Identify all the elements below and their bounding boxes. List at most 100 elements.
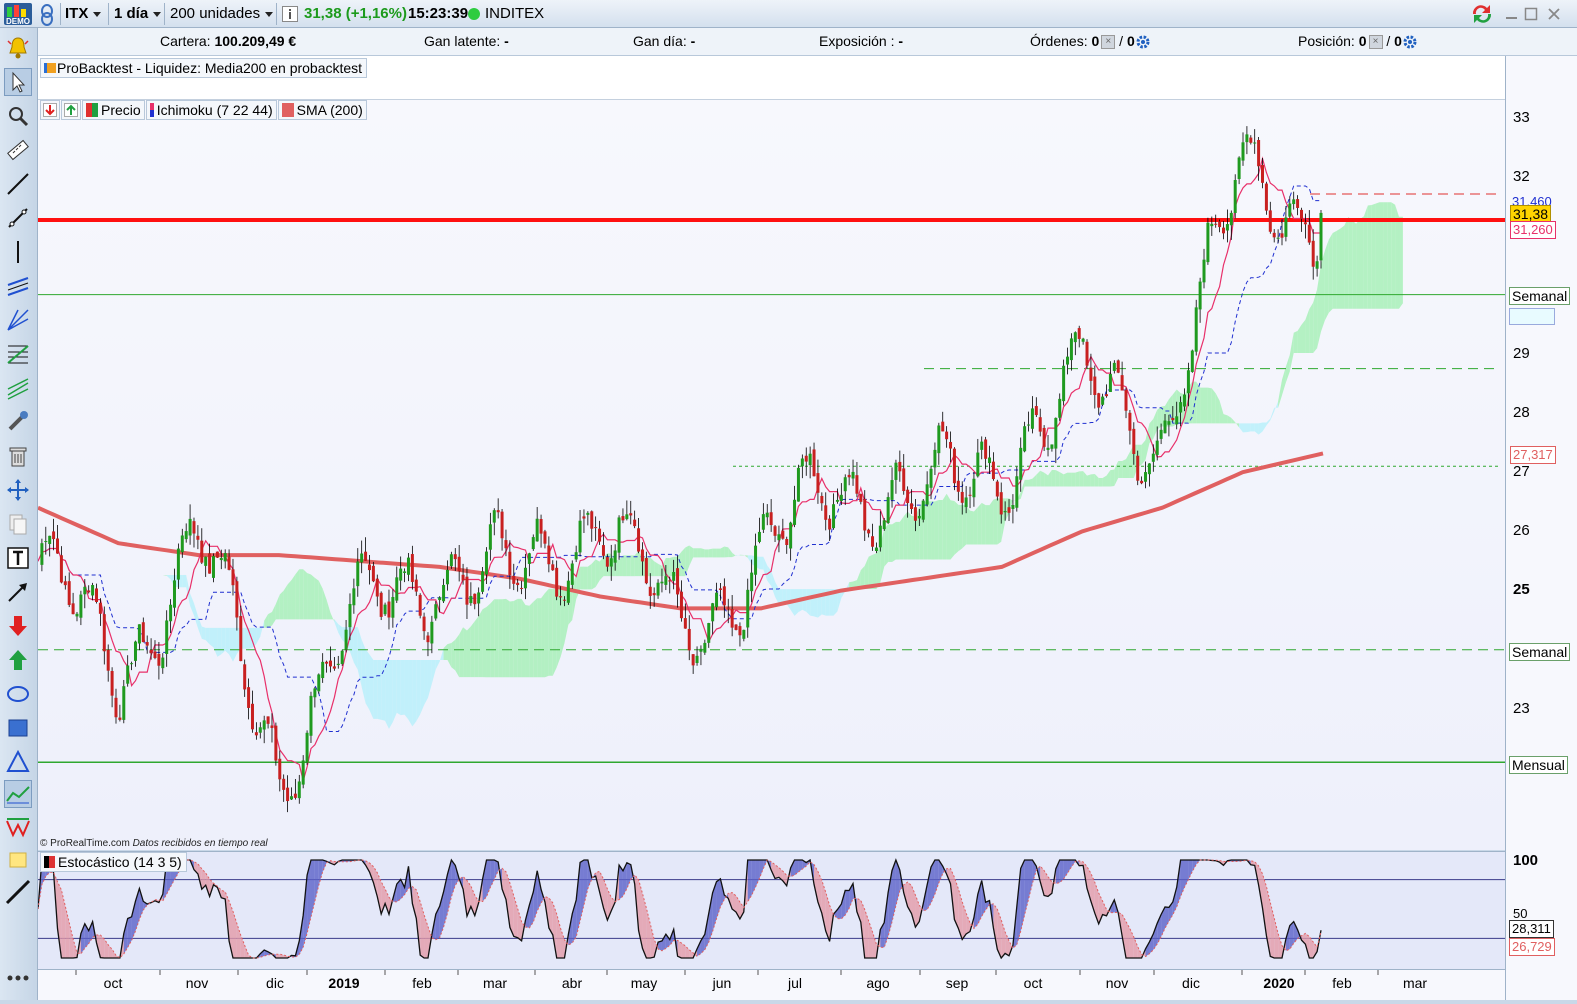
price-chart[interactable] (38, 100, 1505, 850)
candle (1047, 435, 1050, 456)
candle-body (582, 516, 585, 518)
scroll-down-icon[interactable] (40, 100, 60, 120)
rectangle-icon[interactable] (4, 714, 32, 742)
minimize-icon[interactable] (1503, 4, 1521, 24)
cloud-segment (1122, 459, 1126, 478)
legend-ichimoku[interactable]: Ichimoku (7 22 44) (146, 100, 277, 120)
fibonacci-icon[interactable] (4, 340, 32, 368)
ticker-selector[interactable]: ITX (65, 3, 101, 25)
copy-icon[interactable] (4, 510, 32, 538)
cloud-segment (1239, 423, 1243, 432)
candle-body (419, 595, 422, 616)
fan-icon[interactable] (4, 306, 32, 334)
cloud-segment (806, 589, 810, 616)
alert-bell-icon[interactable] (4, 34, 32, 62)
time-axis[interactable]: octnovdic2019febmarabrmayjunjulagosepoct… (38, 969, 1505, 1000)
cloud-segment (541, 593, 545, 677)
candle (239, 606, 242, 662)
candle-body (259, 727, 262, 732)
cloud-segment (954, 501, 958, 555)
candle (532, 534, 535, 550)
candle-body (598, 529, 601, 542)
pitchfork-icon[interactable] (4, 374, 32, 402)
levels (38, 194, 1505, 762)
ruler-icon[interactable] (4, 136, 32, 164)
cloud-segment (553, 589, 557, 676)
osc-fill-segment (814, 864, 818, 901)
units-selector[interactable]: 200 unidades (170, 3, 273, 25)
cloud-segment (974, 507, 978, 544)
candle-body (785, 539, 788, 545)
move-icon[interactable] (4, 476, 32, 504)
candle (1253, 129, 1256, 154)
cloud-segment (132, 549, 136, 552)
time-label: feb (412, 975, 432, 991)
stochastic-label[interactable]: Estocástico (14 3 5) (40, 852, 187, 872)
candle-body (430, 622, 433, 644)
timeframe-selector[interactable]: 1 día (114, 3, 161, 25)
close-icon[interactable] (1545, 4, 1563, 24)
link-icon[interactable] (38, 3, 58, 25)
candle-body (816, 473, 819, 493)
candle-body (738, 626, 741, 635)
candle (707, 623, 710, 648)
more-icon[interactable] (4, 964, 32, 992)
cloud-segment (1087, 474, 1091, 486)
candle-body (602, 545, 605, 556)
trend-line-icon[interactable] (4, 170, 32, 198)
candle-body (1242, 142, 1245, 160)
sync-icon[interactable] (1468, 2, 1496, 26)
candle (1019, 438, 1022, 492)
vertical-line-icon[interactable] (4, 238, 32, 266)
buy-arrow-icon[interactable] (4, 646, 32, 674)
chart-overlay-icon[interactable] (4, 780, 32, 808)
pointer-icon[interactable] (4, 68, 32, 96)
highlight-icon[interactable] (4, 846, 32, 874)
line-thickness-icon[interactable] (4, 878, 32, 906)
candle (306, 730, 309, 765)
candle-body (629, 513, 632, 515)
osc-fill-segment (795, 860, 799, 875)
channel-icon[interactable] (4, 272, 32, 300)
ellipse-icon[interactable] (4, 680, 32, 708)
legend-precio[interactable]: Precio (82, 100, 145, 120)
cloud-segment (631, 555, 635, 576)
candle-body (618, 517, 621, 552)
trash-icon[interactable] (4, 442, 32, 470)
candle (458, 545, 461, 581)
candle-body (208, 553, 211, 573)
candle (774, 525, 777, 542)
backtest-label[interactable]: ProBacktest - Liquidez: Media200 en prob… (40, 58, 367, 78)
text-tool-icon[interactable] (4, 544, 32, 572)
candle (313, 687, 316, 708)
wave-icon[interactable] (4, 814, 32, 842)
tools-icon[interactable] (4, 408, 32, 436)
candle-body (774, 526, 777, 536)
cloud-segment (217, 628, 221, 657)
candle-body (458, 557, 461, 571)
cloud-segment (483, 607, 487, 677)
cloud-segment (1356, 219, 1360, 309)
candle-body (543, 531, 546, 543)
candle-body (150, 650, 153, 653)
cloud-segment (814, 589, 818, 617)
zoom-icon[interactable] (4, 102, 32, 130)
arrow-tool-icon[interactable] (4, 578, 32, 606)
cloud-segment (993, 498, 997, 544)
triangle-icon[interactable] (4, 748, 32, 776)
info-icon[interactable] (282, 6, 298, 22)
scroll-up-icon[interactable] (61, 100, 81, 120)
stochastic-panel[interactable] (38, 851, 1505, 969)
segment-icon[interactable] (4, 204, 32, 232)
cloud-segment (362, 640, 366, 703)
ordenes[interactable]: Órdenes: 0× / 0 (1030, 33, 1151, 50)
demo-icon[interactable]: DEMO (3, 2, 33, 26)
candle-body (40, 543, 43, 565)
candle-body (680, 592, 683, 618)
sell-arrow-icon[interactable] (4, 612, 32, 640)
maximize-icon[interactable] (1522, 4, 1540, 24)
candle (1234, 174, 1237, 218)
posicion[interactable]: Posición: 0× / 0 (1298, 33, 1418, 50)
cloud-segment (447, 643, 451, 667)
legend-sma[interactable]: SMA (200) (278, 100, 367, 120)
